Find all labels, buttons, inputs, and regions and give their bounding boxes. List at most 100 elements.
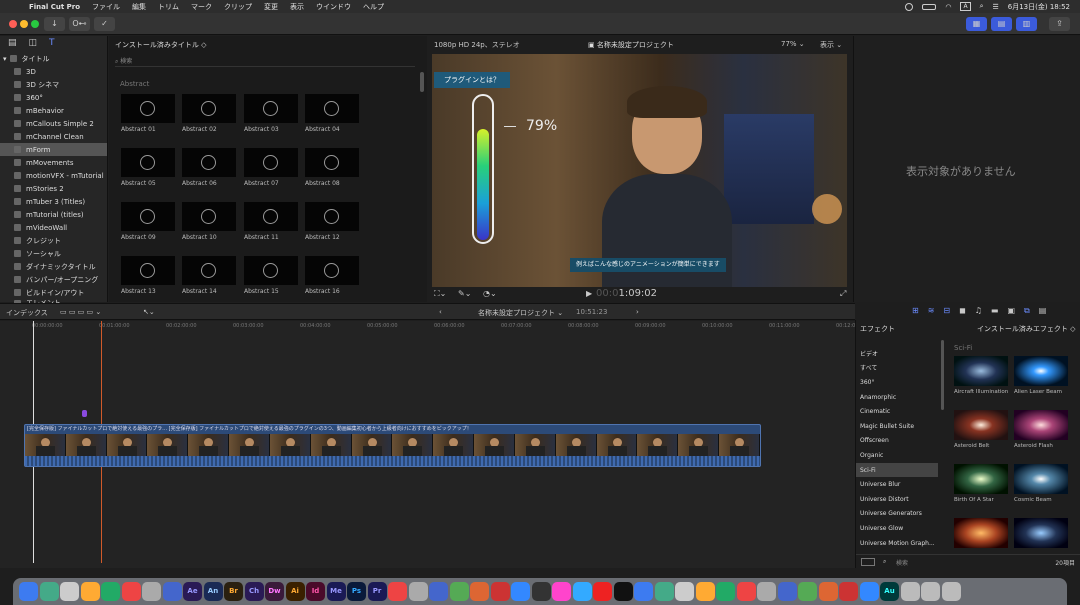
enhance-icon[interactable]: ✎⌄ — [458, 289, 471, 298]
dock-app-icon[interactable] — [695, 582, 715, 601]
sidebar-item-mstories[interactable]: mStories 2 — [0, 182, 107, 195]
menu-file[interactable]: ファイル — [92, 2, 120, 12]
menu-app[interactable]: Final Cut Pro — [29, 3, 80, 11]
dock-app-icon[interactable] — [39, 582, 59, 601]
sidebar-item-3d-cinema[interactable]: 3D シネマ — [0, 78, 107, 91]
dock-app-ps[interactable]: Ps — [347, 582, 366, 601]
keyword-button[interactable]: O⊷ — [69, 17, 90, 31]
fx-category[interactable]: Universe Generators — [856, 507, 938, 522]
titles-tab-icon[interactable]: T — [49, 38, 55, 52]
inspector-icon[interactable]: ▤ — [1039, 306, 1047, 316]
tool-select-icon[interactable]: ↖⌄ — [143, 308, 155, 316]
sidebar-item-mform[interactable]: mForm — [0, 143, 107, 156]
dock-app-icon[interactable] — [121, 582, 141, 601]
dock-app-icon[interactable] — [408, 582, 428, 601]
play-button[interactable]: ▶ — [586, 289, 592, 298]
dock-app-icon[interactable] — [757, 582, 776, 601]
menu-trim[interactable]: トリム — [158, 2, 179, 12]
forward-button[interactable]: › — [636, 308, 639, 316]
zoom-window-button[interactable] — [31, 20, 39, 28]
clip-appearance-icon[interactable]: ▭ ▭ ▭ ▭ ⌄ — [60, 308, 101, 316]
title-thumbnail[interactable] — [244, 148, 298, 177]
dock-app-icon[interactable] — [675, 582, 694, 601]
dock-app-au[interactable]: Au — [880, 582, 899, 601]
dock-app-ch[interactable]: Ch — [244, 582, 264, 601]
fx-category[interactable]: ビデオ — [856, 346, 938, 361]
sidebar-item-mmovements[interactable]: mMovements — [0, 156, 107, 169]
effect-thumbnail[interactable] — [1014, 518, 1068, 548]
dock-app-icon[interactable] — [818, 582, 838, 601]
import-button[interactable]: ↓ — [44, 17, 65, 31]
effect-thumbnail[interactable] — [1014, 356, 1068, 386]
timeline-area[interactable]: [完全保存版] ファイナルカットプロで絶対使える最強のプラ… [完全保存版] フ… — [0, 321, 855, 568]
dock-app-br[interactable]: Br — [224, 582, 243, 601]
headphones-icon[interactable]: ♫ — [975, 306, 982, 316]
settings-icon[interactable]: ▬ — [991, 306, 999, 316]
fx-search-input[interactable]: 検索 — [896, 558, 908, 567]
dock-app-icon[interactable] — [388, 582, 407, 601]
fx-category[interactable]: Magic Bullet Suite — [856, 419, 938, 434]
fx-category[interactable]: Cinematic — [856, 404, 938, 419]
fullscreen-icon[interactable]: ⤢ — [840, 289, 846, 299]
share-button[interactable]: ⇪ — [1049, 17, 1070, 31]
fx-category[interactable]: Universe Motion Graph... — [856, 536, 938, 551]
video-clip[interactable]: [完全保存版] ファイナルカットプロで絶対使える最強のプラ… [完全保存版] フ… — [24, 424, 761, 467]
sidebar-item-credits[interactable]: クレジット — [0, 234, 107, 247]
index-button[interactable]: インデックス — [6, 308, 48, 318]
solo-icon[interactable]: ⊟ — [943, 306, 950, 316]
menu-view[interactable]: 表示 — [290, 2, 304, 12]
dock-app-an[interactable]: An — [203, 582, 223, 601]
skimming-icon[interactable]: ⊞ — [912, 306, 919, 316]
sidebar-item-motionvfx[interactable]: motionVFX - mTutorial — [0, 169, 107, 182]
menu-clip[interactable]: クリップ — [224, 2, 252, 12]
effect-thumbnail[interactable] — [954, 356, 1008, 386]
effect-thumbnail[interactable] — [954, 410, 1008, 440]
input-source-icon[interactable]: A — [960, 2, 971, 11]
transitions-icon[interactable]: ⧉ — [1024, 306, 1030, 316]
browser-header[interactable]: インストール済みタイトル ◇ — [115, 40, 206, 50]
sidebar-root[interactable]: ▾ タイトル — [0, 52, 107, 65]
title-thumbnail[interactable] — [305, 94, 359, 123]
transform-icon[interactable]: ⛶⌄ — [434, 289, 446, 299]
browser-search[interactable]: ⌕ 検索 — [115, 56, 415, 67]
photos-tab-icon[interactable]: ◫ — [29, 38, 38, 52]
dock-app-pr[interactable]: Pr — [367, 582, 387, 601]
menu-edit[interactable]: 編集 — [132, 2, 146, 12]
status-icon[interactable] — [905, 2, 914, 11]
wifi-icon[interactable]: ◠ — [945, 3, 951, 11]
fx-category[interactable]: Universe Blur — [856, 477, 938, 492]
video-frame[interactable]: プラグインとは？ 79% 例えばこんな感じのアニメーションが簡単にできます — [432, 54, 847, 287]
snapping-icon[interactable]: ◼ — [959, 306, 966, 316]
fx-category[interactable]: すべて — [856, 361, 938, 376]
fx-category[interactable]: 360° — [856, 375, 938, 390]
dock-app-icon[interactable] — [572, 582, 592, 601]
sidebar-item-mvideowall[interactable]: mVideoWall — [0, 221, 107, 234]
sidebar-item-mchannel[interactable]: mChannel Clean — [0, 130, 107, 143]
zoom-menu[interactable]: 77% ⌄ — [781, 40, 805, 48]
back-button[interactable]: ‹ — [439, 308, 442, 316]
dock-app-icon[interactable] — [593, 582, 612, 601]
view-menu[interactable]: 表示 ⌄ — [820, 40, 842, 50]
title-thumbnail[interactable] — [121, 148, 175, 177]
clock[interactable]: 6月13日(金) 18:52 — [1008, 2, 1070, 12]
dock-app-icon[interactable] — [142, 582, 161, 601]
dock-app-icon[interactable] — [429, 582, 448, 601]
timeline-ruler[interactable]: 00:00:00:00 00:01:00:00 00:02:00:00 00:03:0… — [0, 321, 867, 332]
sidebar-item-mbehavior[interactable]: mBehavior — [0, 104, 107, 117]
dock-app-me[interactable]: Me — [326, 582, 346, 601]
effect-thumbnail[interactable] — [954, 518, 1008, 548]
sidebar-item-3d[interactable]: 3D — [0, 65, 107, 78]
dock-app-icon[interactable] — [531, 582, 551, 601]
title-thumbnail[interactable] — [305, 148, 359, 177]
background-tasks-button[interactable]: ✓ — [94, 17, 115, 31]
title-thumbnail[interactable] — [121, 94, 175, 123]
dock-app-icon[interactable] — [449, 582, 469, 601]
title-thumbnail[interactable] — [182, 148, 236, 177]
dock-app-icon[interactable] — [490, 582, 510, 601]
title-thumbnail[interactable] — [182, 94, 236, 123]
dock-app-icon[interactable] — [511, 582, 530, 601]
title-thumbnail[interactable] — [305, 256, 359, 285]
fx-category[interactable]: Offscreen — [856, 434, 938, 449]
dock-item-icon[interactable] — [941, 582, 961, 601]
disclosure-triangle-icon[interactable]: ▾ — [3, 55, 7, 63]
